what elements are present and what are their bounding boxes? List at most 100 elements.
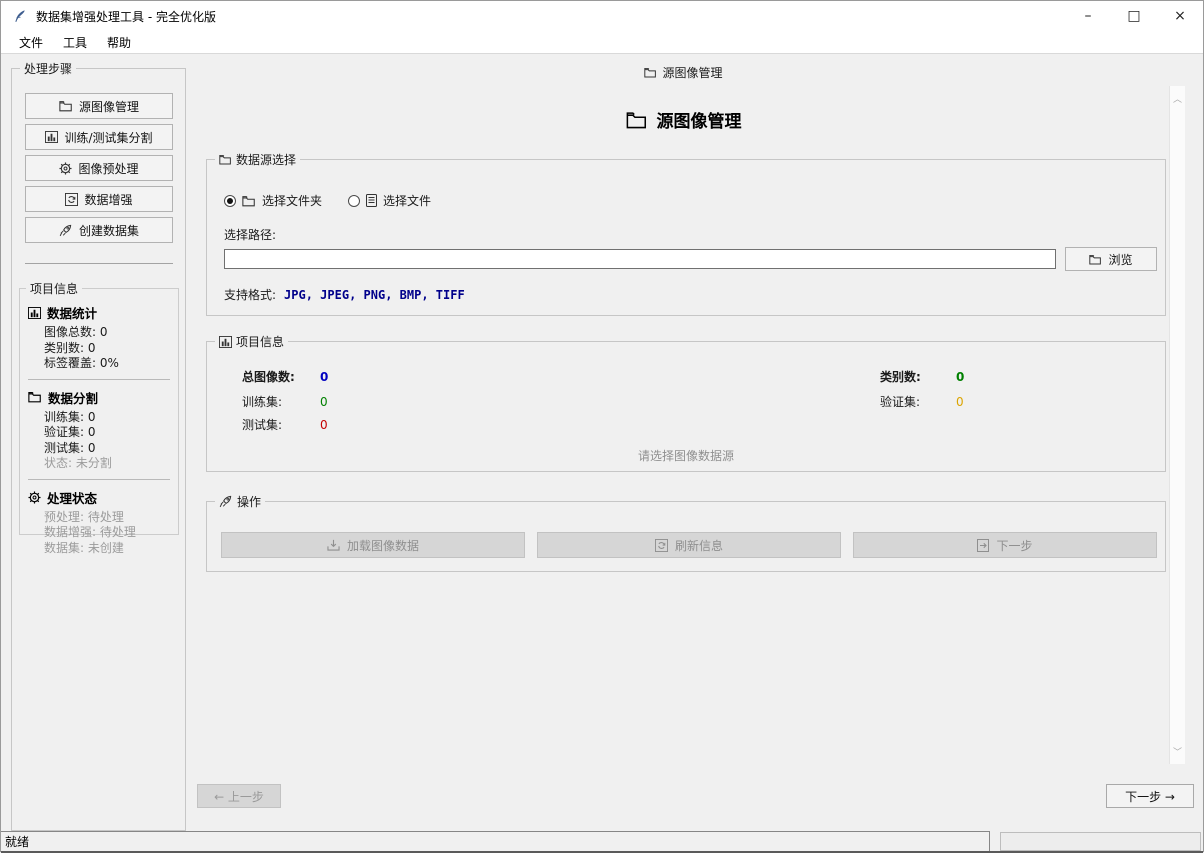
rocket-icon	[59, 224, 73, 237]
divider	[28, 478, 170, 480]
radio-label: 选择文件	[383, 194, 432, 208]
info-row: 训练集: 0 验证集: 0	[242, 393, 1145, 410]
refresh-info-button[interactable]: 刷新信息	[537, 532, 841, 558]
button-label: 刷新信息	[674, 538, 723, 553]
stat-label: 总图像数:	[242, 370, 295, 384]
window-title: 数据集增强处理工具 - 完全优化版	[36, 9, 216, 24]
path-input[interactable]	[224, 249, 1056, 269]
menu-file[interactable]: 文件	[9, 31, 53, 54]
radio-unchecked-icon	[348, 194, 361, 207]
radio-checked-icon	[224, 194, 236, 207]
path-label: 选择路径:	[224, 228, 277, 242]
vertical-scrollbar[interactable]: ︿ ﹀	[1169, 86, 1185, 764]
sidebar-item-source-images[interactable]: 源图像管理	[25, 93, 173, 119]
total-images-value: 0	[320, 369, 329, 384]
info-row: 测试集: 0	[242, 416, 1145, 433]
titlebar: 数据集增强处理工具 - 完全优化版 – □ ×	[1, 1, 1203, 31]
folder-icon	[28, 391, 42, 403]
gear-icon	[59, 161, 73, 175]
bar-chart-icon	[219, 335, 232, 348]
gear-icon	[28, 490, 41, 504]
menu-tools[interactable]: 工具	[53, 31, 97, 54]
stat-row: 验证集: 0	[44, 425, 96, 439]
bar-chart-icon	[28, 306, 41, 319]
stat-row: 数据集: 未创建	[44, 540, 124, 555]
status-section-header: 处理状态	[28, 488, 170, 507]
load-icon	[327, 539, 340, 551]
refresh-icon	[654, 538, 668, 552]
prev-step-button[interactable]: ← 上一步	[197, 784, 281, 808]
main-project-info-group: 项目信息 总图像数: 0 类别数: 0 训练集: 0 验证集: 0 测试集: 0…	[206, 333, 1166, 472]
main-project-info-title: 项目信息	[215, 333, 289, 350]
scroll-down-icon[interactable]: ﹀	[1173, 745, 1182, 758]
bar-chart-icon	[45, 131, 59, 143]
test-set-value: 0	[320, 417, 328, 432]
sidebar-item-label: 数据增强	[84, 192, 133, 207]
sidebar-separator	[25, 263, 173, 264]
app-window: { "window": { "title": "数据集增强处理工具 - 完全优化…	[0, 0, 1204, 853]
file-icon	[366, 194, 378, 207]
stat-row: 图像总数: 0	[44, 325, 108, 339]
radio-select-folder[interactable]: 选择文件夹	[224, 192, 322, 209]
data-source-group-title: 数据源选择	[215, 151, 301, 168]
radio-select-file[interactable]: 选择文件	[348, 192, 431, 209]
close-button[interactable]: ×	[1157, 1, 1203, 31]
menubar: 文件 工具 帮助	[1, 31, 1203, 54]
sidebar-item-create-dataset[interactable]: 创建数据集	[25, 217, 173, 243]
formats-label: 支持格式:	[224, 288, 277, 302]
classes-value: 0	[956, 369, 965, 384]
radio-label: 选择文件夹	[262, 194, 323, 208]
next-step-action-button[interactable]: 下一步	[853, 532, 1157, 558]
python-feather-icon	[13, 9, 28, 24]
stat-row: 测试集: 0	[44, 440, 96, 455]
stat-label: 测试集:	[242, 418, 283, 432]
status-text: 就绪	[5, 835, 30, 849]
page-title: 源图像管理	[196, 107, 1171, 134]
button-label: 加载图像数据	[346, 538, 419, 553]
sidebar-item-label: 图像预处理	[78, 161, 139, 176]
stat-label: 类别数:	[880, 370, 921, 384]
next-icon	[977, 538, 990, 552]
progress-panel	[1000, 832, 1201, 851]
stat-label: 训练集:	[242, 395, 283, 409]
sidebar-item-label: 创建数据集	[78, 223, 139, 238]
data-source-group: 数据源选择 选择文件夹 选择文件 选择路径: 浏览 支持格式: JPG, JPE…	[206, 151, 1166, 316]
folder-icon	[219, 154, 232, 165]
minimize-button[interactable]: –	[1065, 1, 1111, 31]
stat-row: 类别数: 0	[44, 340, 96, 355]
scroll-up-icon[interactable]: ︿	[1173, 92, 1182, 105]
stats-section-header: 数据统计	[28, 303, 170, 322]
stat-row: 训练集: 0	[44, 409, 96, 424]
menu-help[interactable]: 帮助	[97, 31, 141, 54]
sidebar-item-augment[interactable]: 数据增强	[25, 186, 173, 212]
actions-group: 操作 加载图像数据 刷新信息 下一步	[206, 493, 1166, 572]
folder-icon	[626, 111, 648, 129]
augment-icon	[65, 192, 79, 206]
folder-icon	[242, 195, 256, 207]
sidebar-item-train-test-split[interactable]: 训练/测试集分割	[25, 124, 173, 150]
page-title-text: 源图像管理	[656, 112, 742, 132]
info-row: 总图像数: 0 类别数: 0	[242, 368, 1145, 385]
sidebar-item-preprocess[interactable]: 图像预处理	[25, 155, 173, 181]
browse-button[interactable]: 浏览	[1065, 247, 1157, 271]
stat-label: 验证集:	[880, 395, 921, 409]
next-step-button[interactable]: 下一步 →	[1106, 784, 1194, 808]
folder-icon	[644, 67, 657, 78]
actions-group-title: 操作	[215, 493, 266, 510]
sidebar-item-label: 源图像管理	[78, 99, 139, 114]
active-tab-label: 源图像管理	[196, 64, 1171, 81]
split-section-header: 数据分割	[28, 388, 170, 407]
formats-value: JPG, JPEG, PNG, BMP, TIFF	[284, 287, 465, 302]
browse-label: 浏览	[1108, 252, 1133, 267]
status-bar: 就绪	[1, 831, 990, 851]
folder-icon	[1089, 254, 1102, 265]
train-set-value: 0	[320, 394, 328, 409]
project-info-title: 项目信息	[26, 280, 83, 297]
project-info-panel: 项目信息 数据统计 图像总数: 0 类别数: 0 标签覆盖: 0% 数据分割 训…	[19, 280, 179, 555]
load-images-button[interactable]: 加载图像数据	[221, 532, 525, 558]
rocket-icon	[219, 495, 233, 508]
supported-formats: 支持格式: JPG, JPEG, PNG, BMP, TIFF	[224, 286, 465, 303]
maximize-button[interactable]: □	[1111, 1, 1157, 31]
sidebar-item-label: 训练/测试集分割	[64, 130, 153, 145]
select-source-hint: 请选择图像数据源	[637, 449, 734, 463]
